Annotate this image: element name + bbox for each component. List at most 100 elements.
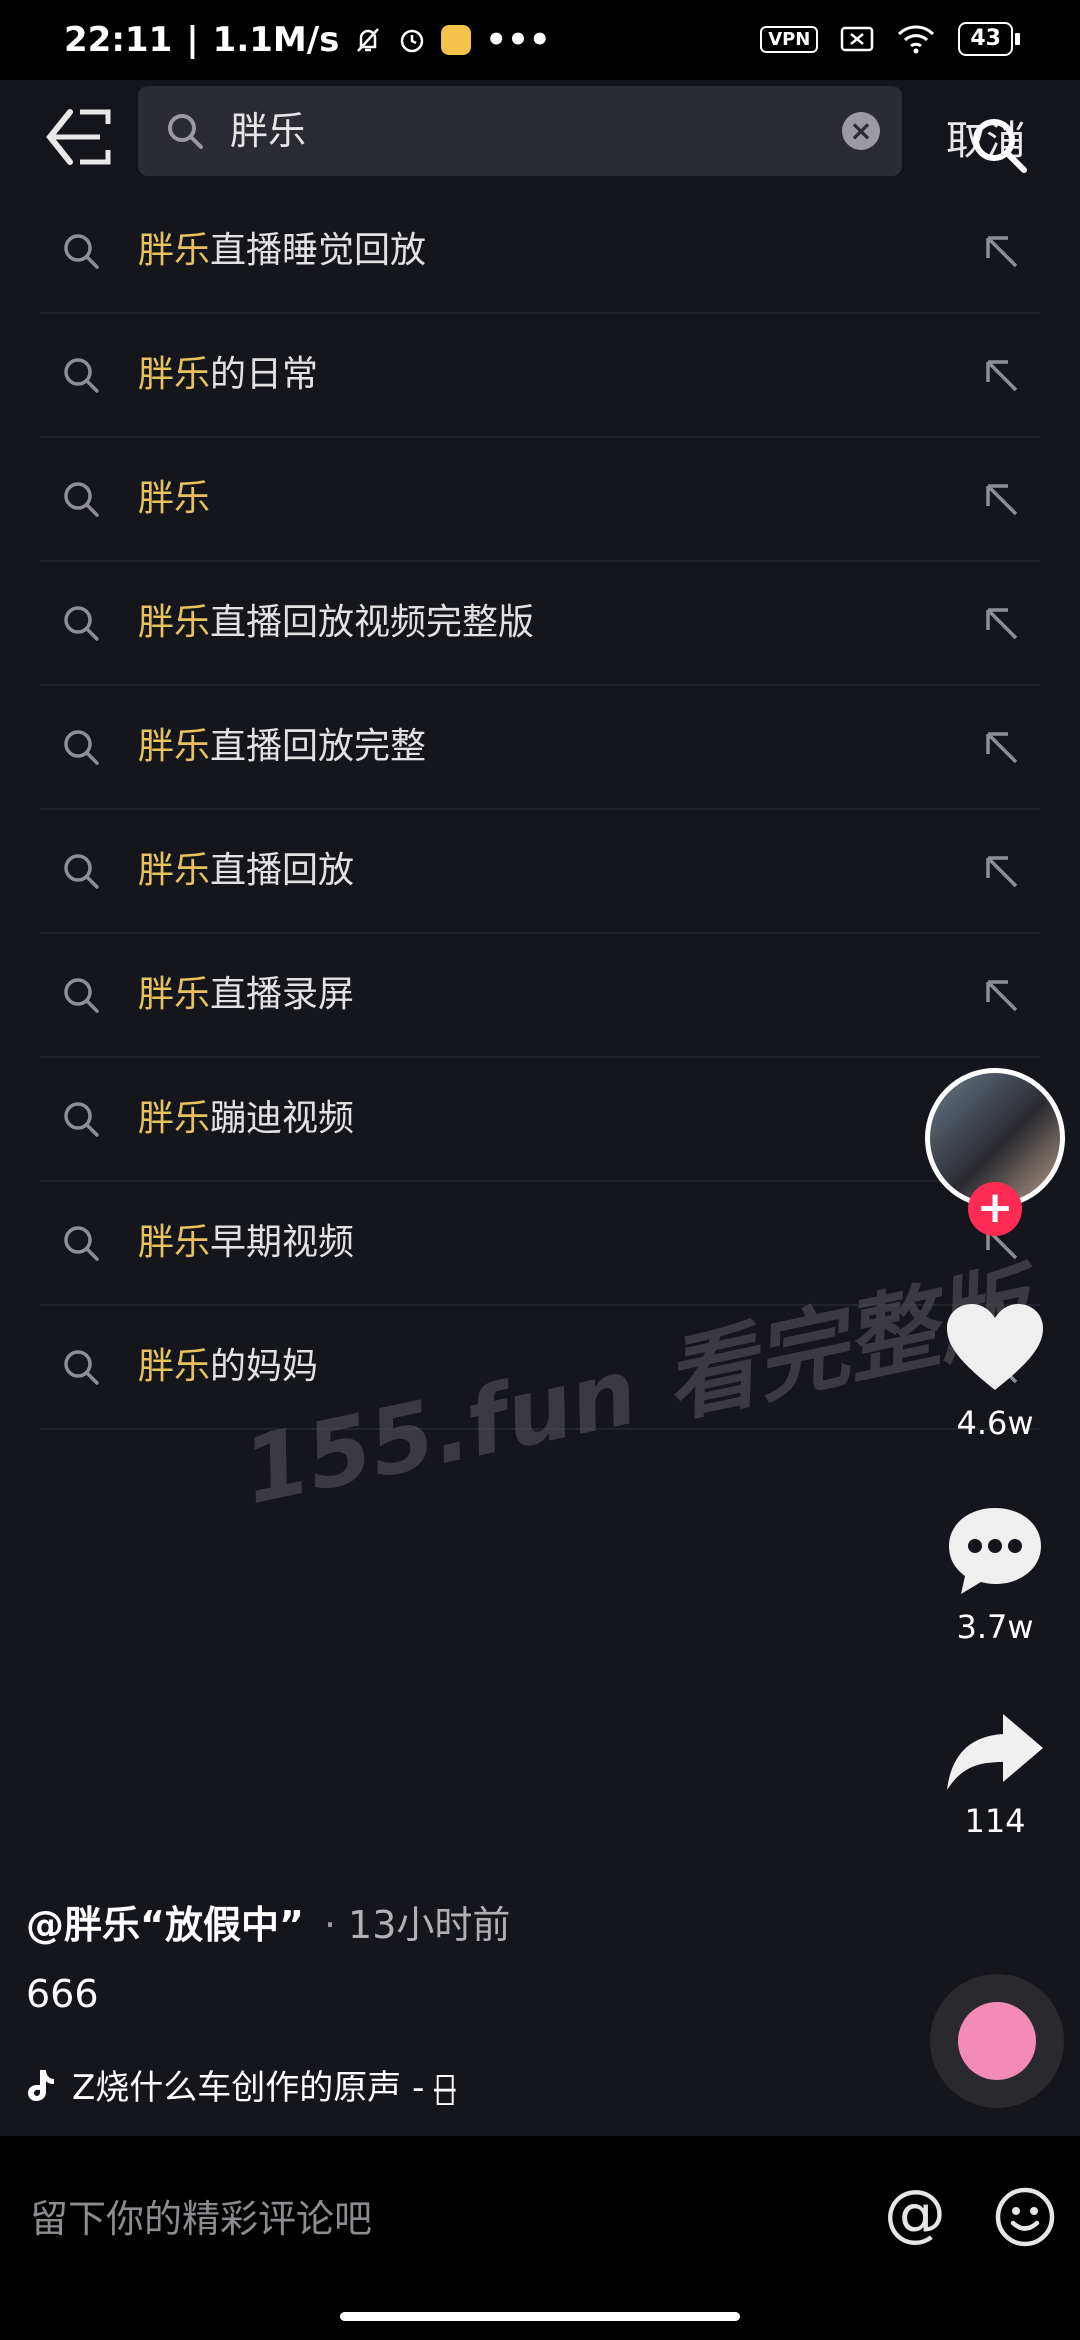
- suggestion-highlight: 胖乐: [138, 1346, 211, 1387]
- suggestion-highlight: 胖乐: [138, 1222, 211, 1263]
- suggestion-rest: 的日常: [210, 354, 319, 395]
- suggestion-rest: 直播睡觉回放: [210, 230, 427, 271]
- suggestion-text: 胖乐直播回放: [138, 810, 354, 932]
- suggestion-item[interactable]: 胖乐的日常: [40, 314, 1040, 438]
- suggestion-rest: 直播回放完整: [210, 726, 427, 767]
- network-speed: 1.1M/s: [212, 20, 340, 60]
- fill-query-arrow-icon[interactable]: [982, 356, 1022, 396]
- comment-count: 3.7w: [956, 1608, 1034, 1646]
- wifi-icon: [898, 25, 935, 54]
- suggestion-item[interactable]: 胖乐直播回放: [40, 810, 1040, 934]
- back-button[interactable]: [40, 102, 120, 172]
- suggestion-highlight: 胖乐: [138, 726, 211, 767]
- clear-search-button[interactable]: ×: [842, 112, 880, 150]
- suggestion-text: 胖乐直播回放视频完整版: [138, 562, 534, 684]
- heart-icon: [947, 1304, 1043, 1390]
- mention-button[interactable]: @: [884, 2176, 946, 2249]
- like-action[interactable]: 4.6w: [940, 1302, 1050, 1442]
- fill-query-arrow-icon[interactable]: [982, 232, 1022, 272]
- music-disc-cover: [958, 2002, 1036, 2080]
- suggestion-item[interactable]: 胖乐直播回放完整: [40, 686, 1040, 810]
- battery-level: 43: [958, 22, 1013, 56]
- status-divider: |: [186, 20, 199, 60]
- more-notifications-icon: •••: [485, 20, 551, 60]
- status-time: 22:11: [64, 20, 173, 60]
- status-bar: 22:11 | 1.1M/s ••• VPN 43: [0, 0, 1080, 80]
- search-icon: [64, 234, 99, 269]
- search-icon: [64, 978, 99, 1013]
- suggestion-text: 胖乐早期视频: [138, 1182, 354, 1304]
- author-name[interactable]: @胖乐“放假中”: [26, 1903, 304, 1947]
- suggestion-text: 胖乐: [138, 438, 210, 560]
- no-sim-icon: [841, 26, 874, 52]
- suggestion-rest: 早期视频: [210, 1222, 355, 1263]
- suggestion-rest: 的妈妈: [210, 1346, 319, 1387]
- battery-tip: [1015, 33, 1020, 45]
- suggestion-rest: 蹦迪视频: [210, 1098, 355, 1139]
- suggestion-rest: 直播回放视频完整版: [210, 602, 535, 643]
- search-icon: [64, 482, 99, 517]
- separator-dot: ·: [323, 1903, 337, 1947]
- fill-query-arrow-icon[interactable]: [982, 604, 1022, 644]
- app-screen: 22:11 | 1.1M/s ••• VPN 43 胖乐 × 取消 胖乐直播睡觉…: [0, 0, 1080, 2340]
- suggestion-text: 胖乐直播回放完整: [138, 686, 426, 808]
- music-disc[interactable]: [930, 1974, 1064, 2108]
- suggestion-item[interactable]: 胖乐直播回放视频完整版: [40, 562, 1040, 686]
- fill-query-arrow-icon[interactable]: [982, 728, 1022, 768]
- suggestion-text: 胖乐直播睡觉回放: [138, 190, 426, 312]
- overlay-search-icon[interactable]: [968, 114, 1032, 178]
- search-icon: [64, 730, 99, 765]
- comment-bar: 留下你的精彩评论吧 @: [0, 2136, 1080, 2340]
- follow-button[interactable]: +: [968, 1182, 1022, 1236]
- suggestion-rest: 直播录屏: [210, 974, 355, 1015]
- home-indicator[interactable]: [340, 2312, 740, 2321]
- suggestion-highlight: 胖乐: [138, 602, 211, 643]
- suggestion-highlight: 胖乐: [138, 478, 211, 519]
- search-input[interactable]: 胖乐: [230, 86, 306, 176]
- search-header: 胖乐 × 取消: [0, 80, 1080, 190]
- fill-query-arrow-icon[interactable]: [982, 976, 1022, 1016]
- alarm-icon: [401, 29, 424, 53]
- suggestion-text: 胖乐直播录屏: [138, 934, 354, 1056]
- fill-query-arrow-icon[interactable]: [982, 852, 1022, 892]
- share-icon: [947, 1714, 1043, 1790]
- battery-indicator: 43: [958, 22, 1020, 56]
- search-box[interactable]: 胖乐 ×: [138, 86, 902, 176]
- like-count: 4.6w: [956, 1404, 1034, 1442]
- comment-input[interactable]: 留下你的精彩评论吧: [30, 2188, 372, 2243]
- suggestion-item[interactable]: 胖乐: [40, 438, 1040, 562]
- suggestion-highlight: 胖乐: [138, 1098, 211, 1139]
- suggestion-highlight: 胖乐: [138, 354, 211, 395]
- suggestion-highlight: 胖乐: [138, 230, 211, 271]
- suggestion-highlight: 胖乐: [138, 974, 211, 1015]
- search-icon: [64, 358, 99, 393]
- share-action[interactable]: 114: [940, 1712, 1050, 1840]
- author-line: @胖乐“放假中” · 13小时前: [26, 1894, 510, 1949]
- comment-action[interactable]: 3.7w: [940, 1504, 1050, 1646]
- fill-query-arrow-icon[interactable]: [982, 480, 1022, 520]
- mute-bell-icon: [357, 28, 380, 52]
- search-icon: [64, 854, 99, 889]
- music-title: Z烧什么车创作的原声 - 叉̶: [72, 2068, 456, 2108]
- suggestion-item[interactable]: 胖乐直播睡觉回放: [40, 190, 1040, 314]
- suggestion-list: 胖乐直播睡觉回放 胖乐的日常 胖乐 胖乐直播回放视频完整版 胖乐直播回放完整 胖乐直播回放…: [0, 190, 1080, 1430]
- post-time: 13小时前: [348, 1903, 511, 1947]
- status-left: 22:11 | 1.1M/s •••: [64, 20, 551, 60]
- suggestion-text: 胖乐的日常: [138, 314, 318, 436]
- suggestion-text: 胖乐蹦迪视频: [138, 1058, 354, 1180]
- share-count: 114: [964, 1802, 1026, 1840]
- emoji-icon[interactable]: [994, 2186, 1056, 2248]
- suggestion-item[interactable]: 胖乐蹦迪视频: [40, 1058, 1040, 1182]
- search-icon: [168, 114, 203, 149]
- music-note-icon: [28, 2069, 54, 2101]
- app-notification-icon: [441, 25, 472, 55]
- suggestion-item[interactable]: 胖乐直播录屏: [40, 934, 1040, 1058]
- search-icon: [64, 1226, 99, 1261]
- music-info[interactable]: Z烧什么车创作的原声 - 叉̶: [26, 2060, 456, 2109]
- suggestion-rest: 直播回放: [210, 850, 355, 891]
- suggestion-highlight: 胖乐: [138, 850, 211, 891]
- search-icon: [64, 1102, 99, 1137]
- vpn-badge: VPN: [760, 25, 819, 53]
- video-description: 666: [26, 1972, 99, 2016]
- status-right: VPN 43: [760, 22, 1020, 56]
